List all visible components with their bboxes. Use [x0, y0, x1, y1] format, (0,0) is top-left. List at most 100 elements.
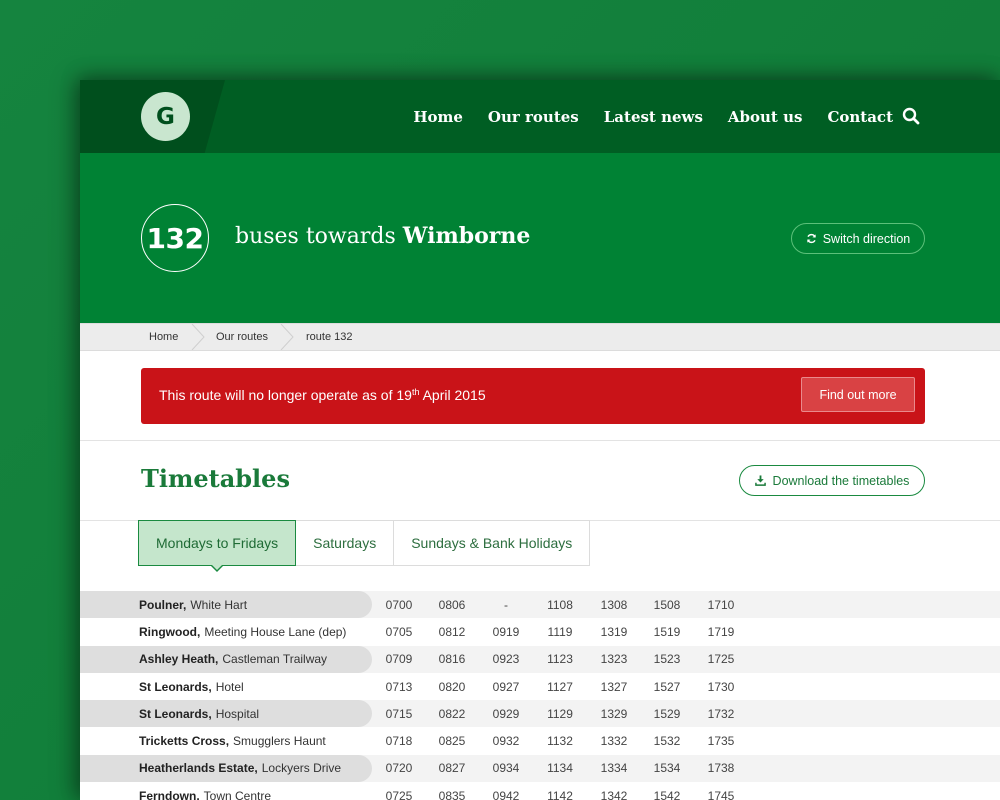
departure-time: 0923 [492, 652, 520, 667]
departure-time: 1342 [600, 788, 628, 800]
stop-place: Poulner, [139, 597, 187, 612]
stop-location: Castleman Trailway [222, 652, 328, 667]
departure-time: 1123 [547, 652, 573, 667]
stop-place: Heatherlands Estate, [139, 761, 258, 776]
timetable-row: Ferndown, Town Centre 0725 0835 0942 1142 1342… [80, 782, 1000, 800]
stop-location: Meeting House Lane (dep) [204, 624, 347, 639]
breadcrumb-separator [280, 324, 294, 350]
nav-links: Home Our routes Latest news About us Con… [388, 80, 893, 153]
departure-time: 1334 [600, 761, 628, 776]
departure-time: 1134 [547, 761, 573, 776]
stop-location: Town Centre [203, 788, 272, 800]
timetable-row: Tricketts Cross, Smugglers Haunt 0718 0825 0… [80, 727, 1000, 754]
departure-time: 0919 [492, 624, 520, 639]
departure-time: 1508 [653, 597, 681, 612]
stop-name: Heatherlands Estate, Lockyers Drive [139, 755, 341, 782]
departure-time: 0929 [492, 706, 520, 721]
stop-name: Ferndown, Town Centre [139, 782, 271, 800]
stop-place: Tricketts Cross, [139, 734, 230, 749]
nav-our-routes[interactable]: Our routes [488, 108, 579, 126]
departure-time: 1132 [547, 734, 573, 749]
departure-time: 1127 [547, 679, 573, 694]
timetable-row: St Leonards, Hospital 0715 0822 0929 1129 1329… [80, 700, 1000, 728]
breadcrumb-separator [191, 324, 205, 350]
departure-time: 1529 [653, 706, 681, 721]
download-icon [754, 475, 766, 486]
departure-time: 0700 [385, 597, 413, 612]
service-alert: This route will no longer operate as of … [141, 368, 925, 424]
nav-contact[interactable]: Contact [827, 108, 893, 126]
breadcrumb-current: route 132 [306, 331, 353, 343]
departure-time: 0709 [385, 652, 413, 667]
departure-time: 0820 [438, 679, 466, 694]
alert-message: This route will no longer operate as of … [159, 387, 486, 403]
departure-time: 0715 [385, 706, 413, 721]
departure-time: 0713 [385, 679, 413, 694]
departure-time: 1725 [707, 652, 735, 667]
breadcrumb-home[interactable]: Home [149, 324, 178, 350]
departure-time: 0827 [438, 761, 466, 776]
find-out-more-button[interactable]: Find out more [801, 377, 915, 412]
departure-time: 0718 [385, 734, 413, 749]
departure-time: 1119 [547, 624, 573, 639]
browser-page: G Home Our routes Latest news About us C… [80, 80, 1000, 800]
switch-direction-button[interactable]: Switch direction [791, 223, 925, 254]
departure-time: 0835 [438, 788, 466, 800]
tab-label: Mondays to Fridays [156, 535, 279, 551]
departure-time: 1527 [653, 679, 681, 694]
departure-time: 1332 [600, 734, 628, 749]
download-timetables-button[interactable]: Download the timetables [739, 465, 925, 496]
nav-latest-news[interactable]: Latest news [604, 108, 703, 126]
nav-home[interactable]: Home [413, 108, 463, 126]
stop-location: Lockyers Drive [261, 761, 342, 776]
departure-time: 1323 [600, 652, 628, 667]
departure-time: 1532 [653, 734, 681, 749]
stop-place: Ferndown, [139, 788, 200, 800]
breadcrumb: Home Our routes route 132 [80, 323, 1000, 351]
departure-time: 1319 [600, 624, 628, 639]
download-timetables-label: Download the timetables [772, 473, 910, 488]
site-logo[interactable]: G [141, 92, 190, 141]
tab-mondays-to-fridays[interactable]: Mondays to Fridays [138, 520, 297, 572]
timetable-row: Ashley Heath, Castleman Trailway 0709 0816 0… [80, 645, 1000, 673]
departure-time: 0720 [385, 761, 413, 776]
departure-time: 1735 [707, 734, 735, 749]
departure-time: 0816 [438, 652, 466, 667]
departure-time: 1129 [547, 706, 573, 721]
nav-about-us[interactable]: About us [728, 108, 803, 126]
timetable: Poulner, White Hart 0700 0806 - 1108 1308 1508 1… [80, 591, 1000, 800]
stop-name: Ashley Heath, Castleman Trailway [139, 646, 327, 673]
departure-time: 0822 [438, 706, 466, 721]
departure-time: - [504, 597, 508, 612]
stop-place: Ringwood, [139, 624, 201, 639]
stop-place: St Leonards, [139, 706, 212, 721]
breadcrumb-our-routes[interactable]: Our routes [216, 324, 268, 350]
tab-label: Saturdays [313, 535, 377, 551]
stop-place: St Leonards, [139, 679, 212, 694]
timetable-row: St Leonards, Hotel 0713 0820 0927 1127 1327 152… [80, 673, 1000, 700]
tab-saturdays[interactable]: Saturdays [296, 520, 395, 566]
section-divider [80, 440, 1000, 441]
stop-place: Ashley Heath, [139, 652, 219, 667]
departure-time: 0932 [492, 734, 520, 749]
alert-text-end: April 2015 [419, 387, 486, 403]
departure-time: 1542 [653, 788, 681, 800]
stop-name: Poulner, White Hart [139, 591, 247, 618]
departure-time: 1308 [600, 597, 628, 612]
departure-time: 0705 [385, 624, 413, 639]
departure-time: 0825 [438, 734, 466, 749]
search-icon[interactable] [902, 107, 920, 125]
departure-time: 1327 [600, 679, 628, 694]
tab-sundays-bank-holidays[interactable]: Sundays & Bank Holidays [394, 520, 591, 566]
timetable-tabs: Mondays to Fridays Saturdays Sundays & B… [138, 520, 591, 572]
departure-time: 1719 [707, 624, 735, 639]
departure-time: 1745 [707, 788, 735, 800]
refresh-icon [806, 233, 816, 244]
departure-time: 0812 [438, 624, 466, 639]
route-hero: 132 buses towards Wimborne Switch direct… [80, 153, 1000, 323]
departure-time: 1732 [707, 706, 735, 721]
departure-time: 1730 [707, 679, 735, 694]
stop-location: White Hart [190, 597, 248, 612]
timetable-row: Poulner, White Hart 0700 0806 - 1108 1308 1508 1… [80, 591, 1000, 619]
top-navigation: G Home Our routes Latest news About us C… [80, 80, 1000, 153]
